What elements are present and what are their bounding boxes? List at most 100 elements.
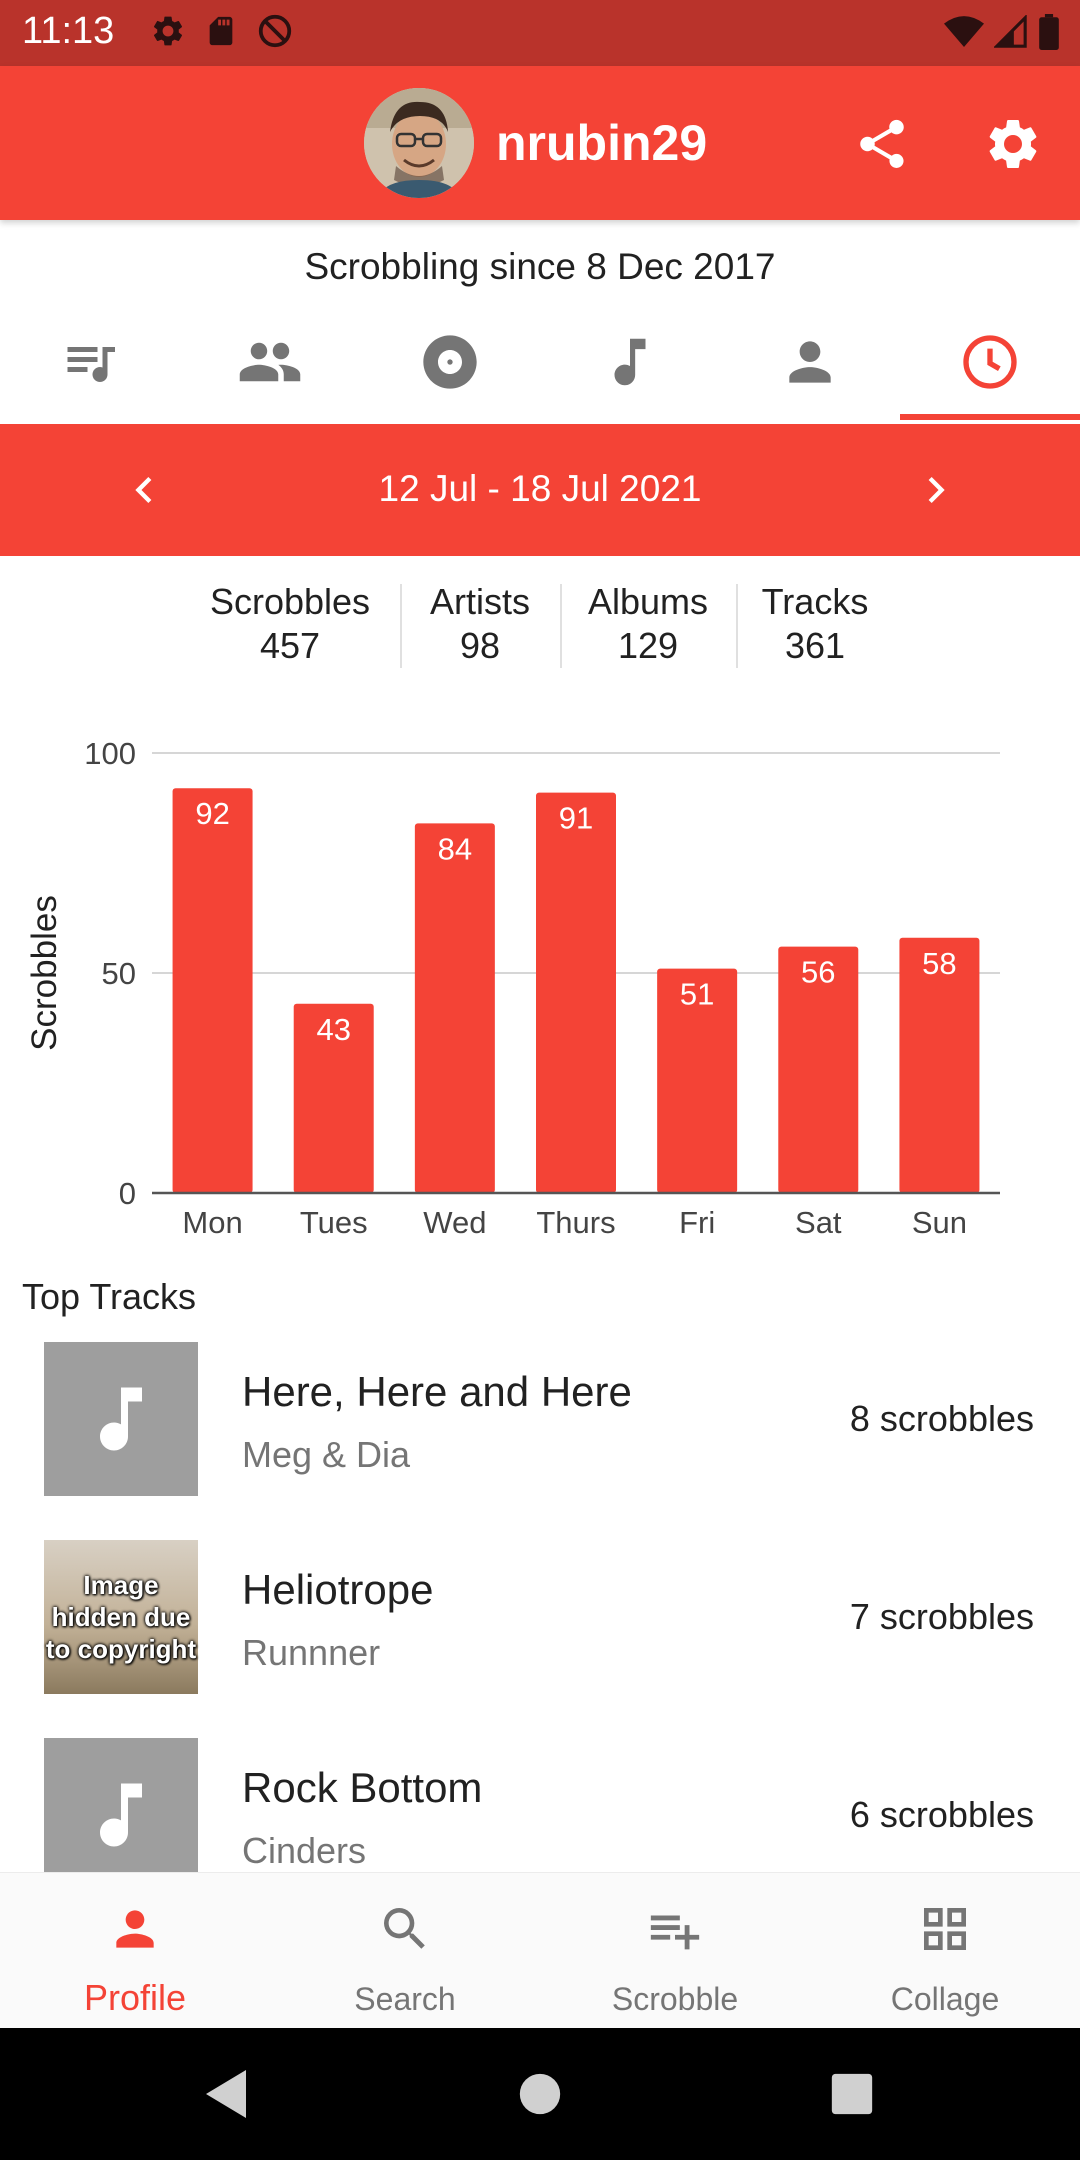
people-icon — [239, 342, 301, 382]
album-art-placeholder — [44, 1342, 198, 1496]
track-name: Here, Here and Here — [242, 1368, 632, 1415]
chevron-right-icon — [928, 477, 945, 503]
track-row[interactable]: Here, Here and Here Meg & Dia 8 scrobble… — [0, 1342, 1080, 1522]
x-tick-label: Tues — [300, 1205, 368, 1240]
x-tick-label: Thurs — [536, 1205, 615, 1240]
nav-scrobble[interactable]: Scrobble — [540, 1873, 810, 2029]
daily-scrobbles-chart: 0 50 100 Scrobbles 92 Mon 43 Tues 84 Wed 91 Thurs 51… — [0, 720, 1080, 1240]
y-tick-label: 0 — [119, 1176, 136, 1211]
next-week-button[interactable] — [906, 460, 966, 520]
track-artist: Cinders — [242, 1830, 367, 1871]
tab-albums[interactable] — [360, 300, 540, 424]
stat-value: 457 — [259, 625, 321, 666]
app-bar: nrubin29 — [0, 66, 1080, 220]
settings-button[interactable] — [975, 106, 1051, 182]
username: nrubin29 — [496, 115, 708, 171]
stat-label: Artists — [429, 581, 530, 622]
track-scrobble-count: 7 scrobbles — [849, 1596, 1034, 1637]
tab-weekly[interactable] — [900, 300, 1080, 424]
playlist-add-icon — [650, 1915, 700, 1950]
nav-label: Collage — [890, 1981, 1000, 2017]
stat-divider — [560, 584, 562, 668]
recents-button[interactable] — [822, 2064, 882, 2124]
nav-profile[interactable]: Profile — [0, 1873, 270, 2029]
week-stats: Scrobbles 457 Artists 98 Albums 129 Trac… — [0, 580, 1080, 670]
stat-label: Albums — [587, 581, 709, 622]
home-button[interactable] — [510, 2064, 570, 2124]
share-icon — [860, 119, 904, 168]
tab-artists[interactable] — [720, 300, 900, 424]
x-tick-label: Mon — [182, 1205, 242, 1240]
settings-notification-icon — [153, 16, 183, 46]
track-artist: Runnner — [242, 1632, 381, 1673]
bar-value-label: 84 — [438, 831, 472, 866]
system-navigation-bar — [0, 2028, 1080, 2160]
top-tracks-title: Top Tracks — [22, 1276, 197, 1317]
nav-label: Scrobble — [611, 1981, 739, 2017]
stat-value: 98 — [459, 625, 501, 666]
bar-value-label: 51 — [680, 977, 714, 1012]
track-row[interactable]: Rock Bottom Cinders 6 scrobbles — [0, 1738, 1080, 1872]
copyright-notice: Image hidden due to copyright — [45, 1570, 197, 1664]
album-art-placeholder — [44, 1738, 198, 1872]
avatar[interactable] — [364, 88, 474, 198]
x-tick-label: Sat — [795, 1205, 842, 1240]
stat-divider — [400, 584, 402, 668]
nav-collage[interactable]: Collage — [810, 1873, 1080, 2029]
week-selector: 12 Jul - 18 Jul 2021 — [0, 424, 1080, 556]
bar — [414, 823, 495, 1193]
bar-value-label: 43 — [316, 1012, 350, 1047]
nav-label: Search — [354, 1981, 456, 2017]
track-row[interactable]: Image hidden due to copyright Heliotrope… — [0, 1540, 1080, 1720]
track-name: Rock Bottom — [242, 1764, 483, 1811]
tab-tracks[interactable] — [540, 300, 720, 424]
queue-music-icon — [67, 347, 115, 382]
stat-value: 361 — [784, 625, 846, 666]
album-art: Image hidden due to copyright — [44, 1540, 198, 1694]
y-axis-label: Scrobbles — [25, 895, 64, 1051]
home-circle-icon — [519, 2073, 561, 2115]
battery-icon — [1039, 14, 1059, 50]
track-artist: Meg & Dia — [242, 1434, 411, 1475]
status-bar: 11:13 — [0, 0, 1080, 66]
bar-value-label: 56 — [801, 955, 835, 990]
profile-tabs — [0, 300, 1080, 424]
bar — [172, 788, 253, 1193]
tab-recent-tracks[interactable] — [0, 300, 180, 424]
tab-friends[interactable] — [180, 300, 360, 424]
x-tick-label: Fri — [679, 1205, 715, 1240]
clock-icon — [963, 335, 1017, 389]
tab-indicator — [900, 414, 1080, 420]
bottom-navigation: Profile Search Scrobble Collage — [0, 1872, 1080, 2028]
gear-icon — [989, 119, 1037, 168]
music-note-icon — [100, 1387, 142, 1451]
share-button[interactable] — [844, 106, 920, 182]
y-tick-label: 50 — [102, 956, 136, 991]
track-scrobble-count: 8 scrobbles — [849, 1398, 1034, 1439]
x-tick-label: Sun — [912, 1205, 967, 1240]
music-note-icon — [100, 1783, 142, 1847]
back-button[interactable] — [196, 2064, 256, 2124]
nav-search[interactable]: Search — [270, 1873, 540, 2029]
back-triangle-icon — [206, 2070, 246, 2118]
bar-value-label: 91 — [559, 801, 593, 836]
music-note-icon — [614, 338, 646, 386]
sd-card-icon — [209, 16, 233, 46]
album-icon — [423, 335, 477, 389]
stat-label: Tracks — [761, 581, 869, 622]
stat-scrobbles: Scrobbles 457 — [190, 580, 390, 668]
track-name: Heliotrope — [242, 1566, 434, 1613]
person-icon — [789, 341, 831, 383]
signal-icon — [994, 15, 1027, 48]
wifi-icon — [944, 16, 984, 47]
scrobbling-since-text: Scrobbling since 8 Dec 2017 — [304, 246, 776, 287]
stat-tracks: Tracks 361 — [740, 580, 890, 668]
recents-square-icon — [831, 2073, 873, 2115]
bar — [536, 792, 616, 1193]
person-icon — [116, 1910, 154, 1948]
bar-chart: 0 50 100 Scrobbles 92 Mon 43 Tues 84 Wed 91 Thurs 51… — [25, 736, 1000, 1240]
y-tick-label: 100 — [84, 736, 136, 771]
at-sign-icon — [258, 14, 292, 48]
stat-albums: Albums 129 — [568, 580, 728, 668]
status-time: 11:13 — [22, 10, 115, 52]
